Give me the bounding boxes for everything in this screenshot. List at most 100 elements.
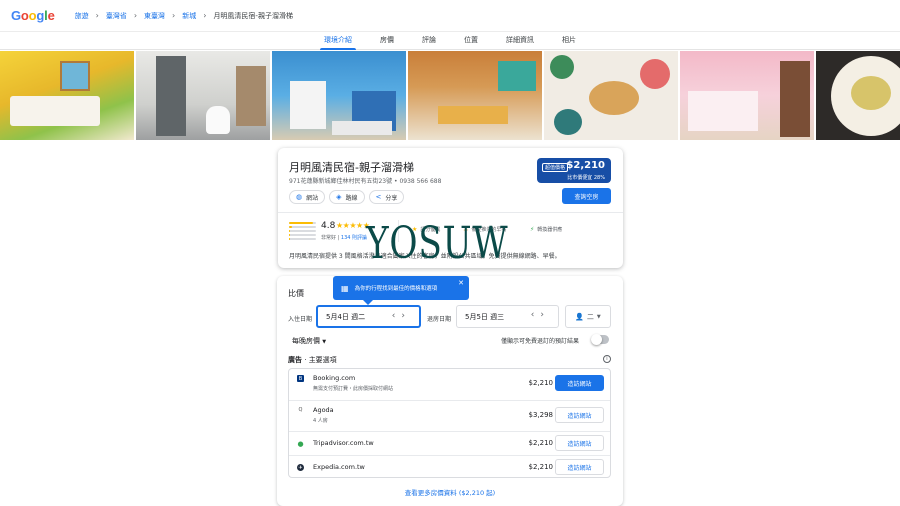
nightly-price-dropdown[interactable]: 每晚房價 ▼	[292, 336, 326, 346]
booking-logo-icon: B	[297, 375, 304, 382]
badge-price: $2,210	[566, 160, 605, 171]
visit-site-button[interactable]: 造訪網站	[555, 407, 604, 423]
dining-lounge-photo[interactable]	[408, 51, 542, 140]
breadcrumb-east-taiwan[interactable]: 東臺灣	[144, 11, 165, 21]
more-prices-link[interactable]: 查看更多房價資料 ($2,210 起)	[277, 487, 623, 497]
deal-badge: 超值價格	[542, 163, 569, 172]
person-icon: 👤	[575, 312, 584, 321]
breadcrumb-current: 月明風清民宿-親子溜滑梯	[213, 11, 293, 20]
provider-row[interactable]: ● Tripadvisor.com.tw $2,210 造訪網站	[289, 431, 610, 455]
rating-bar-fill	[289, 226, 293, 228]
logo-letter: g	[36, 8, 45, 23]
share-icon: <	[375, 193, 382, 201]
highlight-label: 轉換器供應	[537, 227, 563, 233]
share-chip[interactable]: < 分享	[368, 190, 405, 204]
price-comparison-panel: 比價 ▦ 為你的行程找到最佳的價格和選項 ✕ 入住日期 5月4日 週二 ‹› 退…	[277, 276, 623, 506]
tab-location[interactable]: 位置	[450, 35, 492, 49]
rating-summary: 非常好 | 134 則評論	[321, 235, 368, 241]
nightly-label: 每晚房價	[292, 337, 320, 345]
checkin-date-field[interactable]: 5月4日 週二 ‹›	[316, 305, 421, 328]
date-tip-tooltip: ▦ 為你的行程找到最佳的價格和選項 ✕	[333, 276, 469, 305]
rating-bar	[289, 238, 316, 240]
hotel-address: 971花蓮縣新城鄉佳林村民有五街23號 • 0938 566 688	[289, 178, 442, 185]
calendar-icon: ▦	[341, 283, 349, 293]
rating-bar-fill	[289, 222, 314, 224]
chevron-right-icon: ›	[203, 11, 207, 20]
provider-list: B Booking.com 無需支付預訂費・此房價採取付網站 $2,210 造訪…	[288, 368, 611, 478]
checkout-label: 退房日期	[427, 316, 452, 323]
date-arrows-icon[interactable]: ‹›	[392, 311, 411, 321]
rating-bar-fill	[289, 238, 290, 240]
breadcrumb-xincheng[interactable]: 新城	[182, 11, 196, 21]
expedia-logo-icon: ✈	[297, 464, 304, 471]
badge-compare: 比市價便宜 28%	[567, 175, 605, 181]
provider-sub: 4 人房	[313, 418, 328, 424]
checkout-value: 5月5日 週三	[465, 312, 505, 321]
price-badge: 超值價格 $2,210 比市價便宜 28%	[537, 158, 611, 183]
provider-sub: 無需支付預訂費・此房價採取付網站	[313, 386, 394, 392]
yellow-bedroom-photo[interactable]	[0, 51, 134, 140]
tab-overview[interactable]: 環境介紹	[310, 35, 366, 50]
rating-score: 4.8	[321, 221, 336, 231]
hotel-name: 月明風清民宿-親子溜滑梯	[289, 161, 414, 174]
logo-letter: e	[47, 8, 55, 23]
provider-name: Booking.com	[313, 374, 356, 382]
info-icon[interactable]: i	[603, 355, 611, 363]
breadcrumb-taiwan[interactable]: 臺灣省	[106, 11, 127, 21]
plug-icon: ⚡	[530, 226, 535, 233]
date-arrows-icon[interactable]: ‹›	[531, 310, 550, 320]
pink-slide-room-photo[interactable]	[680, 51, 814, 140]
logo-letter: G	[11, 8, 21, 23]
chip-label: 路線	[345, 194, 358, 202]
breadcrumb: 旅遊 › 臺灣省 › 東臺灣 › 新城 › 月明風清民宿-親子溜滑梯	[75, 11, 293, 21]
rating-bar	[289, 230, 316, 232]
tab-details[interactable]: 詳細資訊	[492, 35, 548, 49]
ads-heading: 廣告 · 主要選項	[288, 356, 337, 364]
globe-icon: ◍	[296, 193, 303, 201]
visit-site-button[interactable]: 造訪網站	[555, 459, 604, 475]
free-cancel-label: 僅顯示可免費退訂的預訂結果	[501, 338, 580, 345]
provider-row[interactable]: B Booking.com 無需支付預訂費・此房價採取付網站 $2,210 造訪…	[289, 369, 610, 400]
ads-label: 主要選項	[308, 356, 337, 364]
rating-histogram	[289, 222, 316, 240]
castle-bunk-room-photo[interactable]	[272, 51, 406, 140]
section-tabs: 環境介紹 房價 評論 位置 詳細資訊 相片	[0, 32, 900, 50]
tab-photos[interactable]: 相片	[548, 35, 590, 49]
caret-down-icon: ▼	[322, 339, 327, 345]
photo-strip	[0, 51, 900, 140]
bathroom-photo[interactable]	[136, 51, 270, 140]
chevron-right-icon: ›	[95, 11, 99, 20]
tooltip-text: 為你的行程找到最佳的價格和選項	[354, 286, 438, 292]
visit-site-button[interactable]: 造訪網站	[555, 435, 604, 451]
tab-reviews[interactable]: 評論	[408, 35, 450, 49]
watermark-text: YOSUW	[366, 218, 509, 269]
provider-name: Agoda	[313, 406, 334, 414]
guests-value: 二	[586, 312, 594, 321]
tripadvisor-logo-icon: ●	[297, 439, 304, 448]
free-cancel-toggle[interactable]	[591, 334, 609, 345]
provider-row[interactable]: Q Agoda 4 人房 $3,298 造訪網站	[289, 400, 610, 431]
breadcrumb-travel[interactable]: 旅遊	[75, 11, 89, 21]
provider-row[interactable]: ✈ Expedia.com.tw $2,210 造訪網站	[289, 455, 610, 479]
star-rating-icon: ★★★★★	[336, 221, 370, 230]
directions-chip[interactable]: ◈ 路線	[329, 190, 365, 204]
checkout-date-field[interactable]: 5月5日 週三 ‹›	[456, 305, 559, 328]
chip-label: 分享	[385, 194, 398, 202]
google-logo[interactable]: Google	[11, 8, 55, 23]
website-chip[interactable]: ◍ 網站	[289, 190, 326, 204]
review-count-link[interactable]: 134 則評論	[341, 235, 367, 241]
breakfast-photo[interactable]	[544, 51, 678, 140]
checkin-value: 5月4日 週二	[326, 312, 366, 321]
provider-name: Expedia.com.tw	[313, 463, 365, 471]
divider	[278, 212, 623, 213]
tab-prices[interactable]: 房價	[366, 35, 408, 49]
rating-label: 非常好	[321, 235, 337, 241]
chevron-right-icon: ›	[133, 11, 138, 20]
check-availability-button[interactable]: 查詢空房	[562, 188, 611, 204]
fruit-plate-photo[interactable]	[816, 51, 900, 140]
rating-bar-fill	[289, 230, 291, 232]
rating-bar	[289, 226, 316, 228]
guests-selector[interactable]: 👤 二 ▼	[565, 305, 611, 328]
visit-site-button[interactable]: 造訪網站	[555, 375, 604, 391]
close-icon[interactable]: ✕	[458, 279, 464, 287]
